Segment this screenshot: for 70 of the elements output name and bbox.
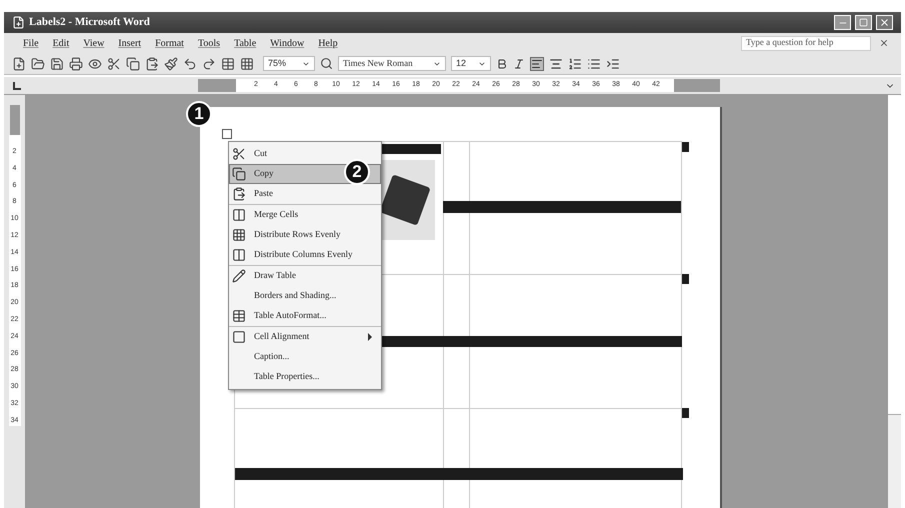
align-center-icon[interactable] xyxy=(549,56,563,70)
tab-selector-icon[interactable] xyxy=(13,82,21,90)
end-of-row-marker xyxy=(682,142,689,152)
zoom-dropdown[interactable]: 75% xyxy=(263,56,315,71)
end-of-row-marker xyxy=(682,408,689,418)
context-menu-item[interactable]: Paste xyxy=(229,184,381,205)
menu-item[interactable]: File xyxy=(16,36,46,50)
context-menu-item[interactable]: Merge Cells xyxy=(229,205,381,225)
indent-icon[interactable] xyxy=(606,56,620,70)
window-title: Labels2 - Microsoft Word xyxy=(29,15,150,30)
menu-item[interactable]: Insert xyxy=(111,36,148,50)
restore-button[interactable] xyxy=(855,15,872,30)
save-icon[interactable] xyxy=(50,56,64,70)
italic-icon[interactable] xyxy=(513,58,525,70)
print-icon[interactable] xyxy=(69,56,83,70)
copy-icon xyxy=(232,167,246,181)
context-menu-item[interactable]: Caption... xyxy=(229,347,381,367)
context-menu-item[interactable]: Distribute Rows Evenly xyxy=(229,225,381,245)
align-left-icon[interactable] xyxy=(530,56,544,70)
menu-item[interactable]: Help xyxy=(311,36,345,50)
end-of-row-marker xyxy=(682,274,689,284)
table-icon[interactable] xyxy=(221,56,235,70)
context-menu-item[interactable]: Table Properties... xyxy=(229,367,381,387)
context-menu-item[interactable]: Cell Alignment xyxy=(229,327,381,347)
numbered-list-icon[interactable] xyxy=(568,56,582,70)
bullet-list-icon[interactable] xyxy=(587,56,601,70)
pencil-icon xyxy=(232,269,246,283)
menu-item[interactable]: Edit xyxy=(46,36,76,50)
preview-icon[interactable] xyxy=(88,56,102,70)
help-search-field[interactable]: Type a question for help xyxy=(741,36,871,50)
paste-icon xyxy=(232,187,246,201)
close-icon[interactable] xyxy=(879,38,889,48)
cell-icon xyxy=(232,330,246,344)
redo-icon[interactable] xyxy=(202,56,216,70)
submenu-arrow-icon xyxy=(368,333,372,341)
size-dropdown[interactable]: 12 xyxy=(451,56,491,71)
menu-item[interactable]: View xyxy=(76,36,112,50)
step-number: 1 xyxy=(186,101,212,127)
menu-item[interactable]: Table xyxy=(227,36,264,50)
minimize-button[interactable] xyxy=(834,15,851,30)
vertical-scrollbar[interactable] xyxy=(887,95,901,508)
search-icon[interactable] xyxy=(320,57,333,70)
context-menu-item[interactable]: Distribute Columns Evenly xyxy=(229,245,381,266)
context-menu-item[interactable]: Borders and Shading... xyxy=(229,286,381,306)
bold-icon[interactable] xyxy=(496,58,508,70)
context-menu-item[interactable]: Draw Table xyxy=(229,266,381,286)
table-icon xyxy=(232,309,246,323)
ruler-margin xyxy=(10,105,20,135)
menu-item[interactable]: Format xyxy=(148,36,191,50)
undo-icon[interactable] xyxy=(183,56,197,70)
brush-icon[interactable] xyxy=(164,56,178,70)
font-dropdown[interactable]: Times New Roman xyxy=(338,56,446,71)
new-icon[interactable] xyxy=(12,56,26,70)
open-icon[interactable] xyxy=(31,56,45,70)
close-button[interactable] xyxy=(876,15,893,30)
menu-item[interactable]: Window xyxy=(263,36,312,50)
columns-icon xyxy=(232,248,246,262)
table-move-handle[interactable] xyxy=(222,129,232,139)
context-menu-item[interactable]: Table AutoFormat... xyxy=(229,306,381,327)
grid-icon[interactable] xyxy=(240,56,254,70)
copy-icon[interactable] xyxy=(126,56,140,70)
cells-icon xyxy=(232,208,246,222)
restore-icon xyxy=(859,18,868,27)
close-icon xyxy=(879,17,890,28)
document-icon xyxy=(12,16,25,29)
menu-item[interactable]: Tools xyxy=(190,36,228,50)
scissors-icon xyxy=(232,147,246,161)
scissors-icon[interactable] xyxy=(107,56,121,70)
paste-icon[interactable] xyxy=(145,56,159,70)
rows-icon xyxy=(232,228,246,242)
